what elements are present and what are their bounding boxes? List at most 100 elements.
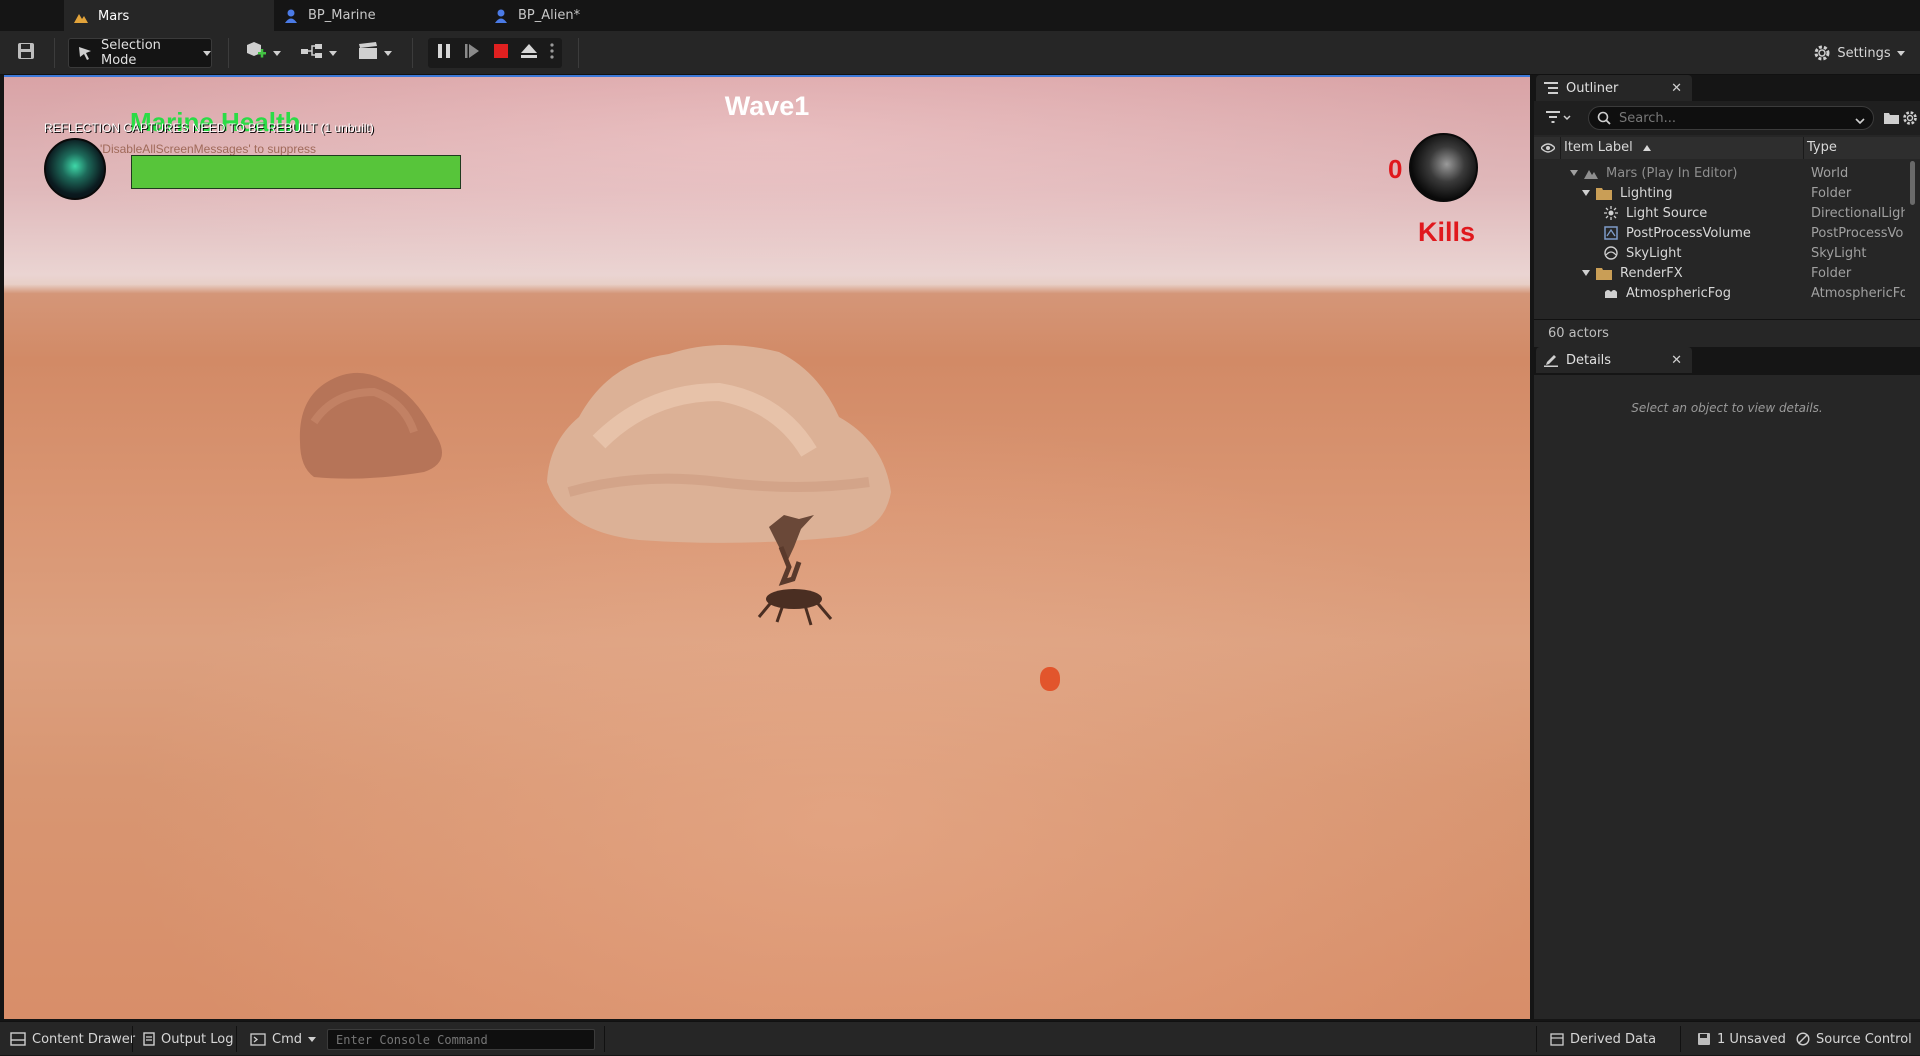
output-log-label: Output Log: [161, 1031, 234, 1047]
eject-button[interactable]: [517, 38, 541, 68]
content-drawer-label: Content Drawer: [32, 1031, 136, 1047]
expanded-arrow-icon[interactable]: [1570, 170, 1578, 176]
close-icon[interactable]: ✕: [1671, 353, 1682, 368]
chevron-down-icon: [273, 50, 281, 56]
main-toolbar: Selection Mode Settings: [0, 31, 1920, 75]
tab-bp-alien[interactable]: BP_Alien*: [484, 0, 694, 31]
tab-details[interactable]: Details ✕: [1536, 347, 1692, 373]
pencil-icon: [1544, 353, 1558, 367]
clapperboard-icon: [358, 42, 378, 64]
save-icon: [17, 42, 35, 64]
actor-count: 60 actors: [1534, 319, 1920, 347]
selection-mode-label: Selection Mode: [101, 38, 161, 68]
search-placeholder: Search...: [1619, 110, 1677, 126]
outliner-row-atmospheric-fog[interactable]: AtmosphericFog AtmosphericFo: [1534, 283, 1905, 303]
row-label: RenderFX: [1620, 265, 1683, 281]
output-log-button[interactable]: Output Log: [143, 1022, 234, 1056]
chevron-down-icon: [308, 1036, 316, 1042]
gear-icon: [1813, 44, 1831, 62]
advance-frame-button[interactable]: [460, 38, 484, 68]
row-type: DirectionalLight: [1811, 205, 1905, 221]
outliner-row-world[interactable]: Mars (Play In Editor) World: [1534, 163, 1904, 183]
expanded-arrow-icon[interactable]: [1582, 270, 1590, 276]
row-label: SkyLight: [1626, 245, 1682, 261]
row-type: PostProcessVo: [1811, 225, 1904, 241]
row-label: Mars (Play In Editor): [1606, 165, 1738, 181]
details-panel: Select an object to view details.: [1534, 375, 1920, 1019]
column-item-label[interactable]: Item Label: [1564, 140, 1651, 155]
gear-icon[interactable]: [1902, 110, 1918, 130]
settings-dropdown[interactable]: Settings: [1810, 38, 1908, 68]
details-title: Details: [1566, 352, 1612, 368]
reflection-warning: REFLECTION CAPTURES NEED TO BE REBUILT (…: [44, 121, 374, 135]
right-panel-area: Outliner ✕ Search... Item Label Type Mar…: [1534, 75, 1920, 1019]
tab-outliner[interactable]: Outliner ✕: [1536, 75, 1692, 101]
source-control-label: Source Control: [1816, 1031, 1912, 1047]
outliner-scrollbar[interactable]: [1910, 161, 1915, 205]
marine-portrait-avatar: [44, 138, 106, 200]
details-empty-hint: Select an object to view details.: [1631, 401, 1823, 415]
cinematics-button[interactable]: [354, 38, 396, 68]
console-command-input[interactable]: [327, 1029, 595, 1050]
blueprint-icon: [494, 9, 508, 23]
level-icon: [74, 10, 88, 24]
visibility-eye-icon[interactable]: [1540, 142, 1556, 157]
cmd-label: Cmd: [272, 1031, 302, 1047]
chevron-down-icon: [203, 50, 211, 56]
level-icon: [1584, 167, 1598, 179]
outliner-row-lighting[interactable]: Lighting Folder: [1534, 183, 1904, 203]
tab-mars[interactable]: Mars: [64, 0, 274, 31]
selection-mode-icon: [77, 45, 93, 61]
unsaved-button[interactable]: 1 Unsaved: [1697, 1022, 1786, 1056]
tab-label: Mars: [98, 9, 130, 24]
tab-bp-marine[interactable]: BP_Marine: [274, 0, 484, 31]
pause-button[interactable]: [432, 38, 456, 68]
pause-icon: [437, 43, 451, 63]
blueprint-icon: [284, 9, 298, 23]
play-options-button[interactable]: [545, 38, 559, 68]
stop-button[interactable]: [489, 38, 513, 68]
expanded-arrow-icon[interactable]: [1582, 190, 1590, 196]
level-viewport[interactable]: Wave1 Marine Health REFLECTION CAPTURES …: [4, 75, 1530, 1019]
row-label: Light Source: [1626, 205, 1708, 221]
outliner-row-renderfx[interactable]: RenderFX Folder: [1534, 263, 1904, 283]
outliner-title: Outliner: [1566, 80, 1619, 96]
search-icon: [1597, 111, 1611, 125]
small-rock: [299, 372, 442, 479]
source-control-button[interactable]: Source Control: [1796, 1022, 1912, 1056]
directional-light-icon: [1604, 206, 1618, 220]
row-type: SkyLight: [1811, 245, 1867, 261]
output-log-icon: [143, 1032, 155, 1046]
unsaved-icon: [1697, 1032, 1711, 1046]
postprocess-volume-icon: [1604, 226, 1618, 240]
blueprint-graph-icon: [301, 43, 323, 63]
add-actor-button[interactable]: [242, 38, 284, 68]
chevron-down-icon[interactable]: [1855, 114, 1865, 129]
blueprint-menu-button[interactable]: [298, 38, 340, 68]
outliner-search-input[interactable]: Search...: [1588, 106, 1874, 130]
save-button[interactable]: [12, 38, 40, 68]
filter-icon[interactable]: [1546, 110, 1572, 130]
column-type[interactable]: Type: [1807, 140, 1837, 155]
close-icon[interactable]: ✕: [1671, 81, 1682, 96]
cmd-dropdown[interactable]: Cmd: [250, 1022, 316, 1056]
selection-mode-dropdown[interactable]: Selection Mode: [68, 38, 212, 68]
row-type: Folder: [1811, 185, 1852, 201]
derived-data-button[interactable]: Derived Data: [1550, 1022, 1656, 1056]
step-forward-icon: [464, 43, 480, 63]
row-type: AtmosphericFo: [1811, 285, 1905, 301]
source-control-disabled-icon: [1796, 1032, 1810, 1046]
suppress-hint: 'DisableAllScreenMessages' to suppress: [100, 142, 317, 156]
more-vertical-icon: [550, 43, 554, 63]
folder-icon: [1596, 187, 1612, 200]
content-drawer-button[interactable]: Content Drawer: [10, 1022, 135, 1056]
add-folder-icon[interactable]: [1884, 111, 1899, 128]
kills-label: Kills: [1418, 217, 1476, 247]
row-type: World: [1811, 165, 1849, 181]
outliner-row-postprocess[interactable]: PostProcessVolume PostProcessVo: [1534, 223, 1904, 243]
health-bar: [131, 155, 461, 189]
outliner-row-skylight[interactable]: SkyLight SkyLight: [1534, 243, 1904, 263]
eject-icon: [520, 43, 538, 63]
derived-data-label: Derived Data: [1570, 1031, 1657, 1047]
outliner-row-light-source[interactable]: Light Source DirectionalLight: [1534, 203, 1905, 223]
